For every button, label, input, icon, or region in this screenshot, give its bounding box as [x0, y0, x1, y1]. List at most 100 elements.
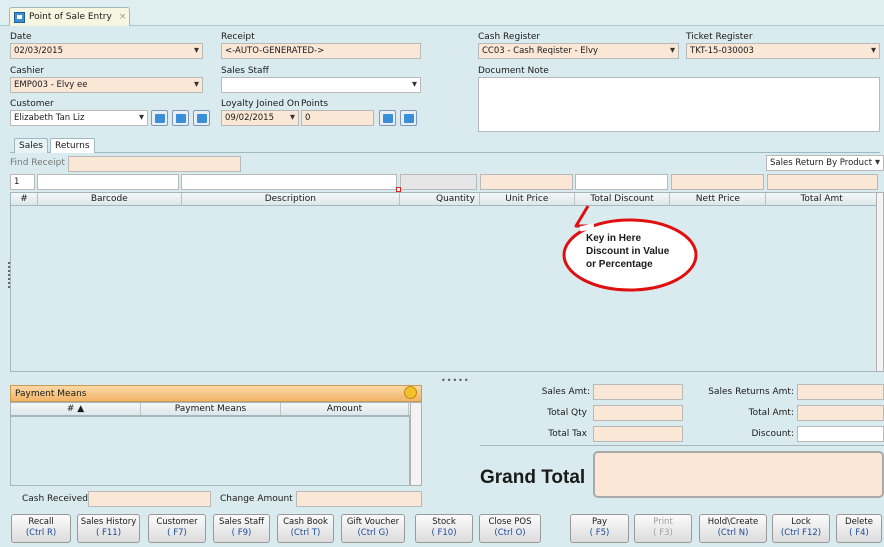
customer-label: Customer	[10, 99, 54, 109]
loyalty-lookup-icon[interactable]	[379, 110, 396, 126]
loyalty-joined-field[interactable]: 09/02/2015	[221, 110, 299, 126]
filter-total-discount[interactable]	[575, 174, 668, 190]
customer-select[interactable]: Elizabeth Tan Liz	[10, 110, 148, 126]
subtab-strip	[10, 152, 880, 153]
change-amount-field[interactable]	[296, 491, 422, 507]
discount-field[interactable]	[797, 426, 884, 442]
callout-text: Key in Here Discount in Value or Percent…	[586, 232, 669, 271]
pay-button[interactable]: Pay( F5)	[570, 514, 629, 543]
recall-button[interactable]: Recall (Ctrl R)	[11, 514, 71, 543]
callout-line-2: Discount in Value	[586, 246, 670, 257]
window-tabbar	[0, 0, 884, 26]
points-label: Points	[301, 99, 329, 109]
customer-copy-icon[interactable]	[172, 110, 189, 126]
pos-window-icon	[14, 11, 25, 23]
find-receipt-label: Find Receipt	[10, 158, 65, 168]
close-icon[interactable]: ×	[119, 12, 127, 22]
loyalty-refresh-icon[interactable]	[400, 110, 417, 126]
panel-splitter[interactable]: •••••	[441, 376, 470, 385]
loyalty-joined-label: Loyalty Joined On	[221, 99, 300, 109]
customer-search-icon[interactable]	[151, 110, 168, 126]
hold-create-button[interactable]: Hold\Create (Ctrl N)	[699, 514, 767, 543]
discount-label: Discount:	[751, 429, 794, 439]
filter-description[interactable]	[181, 174, 397, 190]
points-field[interactable]: 0	[301, 110, 374, 126]
sales-staff-button[interactable]: Sales Staff( F9)	[213, 514, 270, 543]
col-total-amt[interactable]: Total Amt	[766, 193, 877, 205]
sales-returns-amt-label: Sales Returns Amt:	[708, 387, 794, 397]
cash-register-select[interactable]: CC03 - Cash Reqister - Elvy	[478, 43, 679, 59]
document-note-label: Document Note	[478, 66, 549, 76]
lock-button[interactable]: Lock (Ctrl F12)	[772, 514, 830, 543]
date-label: Date	[10, 32, 32, 42]
total-qty-label: Total Qty	[547, 408, 587, 418]
col-number[interactable]: #	[11, 193, 38, 205]
cash-book-button[interactable]: Cash Book (Ctrl T)	[277, 514, 334, 543]
tab-point-of-sale-entry[interactable]: Point of Sale Entry ×	[9, 7, 130, 26]
sales-staff-label: Sales Staff	[221, 66, 269, 76]
tab-title: Point of Sale Entry	[29, 12, 112, 22]
tab-sales[interactable]: Sales	[14, 138, 48, 153]
cash-register-label: Cash Register	[478, 32, 541, 42]
filter-quantity[interactable]	[400, 174, 477, 190]
delete-button[interactable]: Delete( F4)	[836, 514, 882, 543]
receipt-field[interactable]: <-AUTO-GENERATED->	[221, 43, 421, 59]
undo-icon[interactable]	[404, 386, 417, 399]
cash-received-label: Cash Received	[22, 494, 89, 504]
callout-pointer	[574, 205, 594, 228]
ticket-register-select[interactable]: TKT-15-030003	[686, 43, 880, 59]
items-grid-header: # Barcode Description Quantity Unit Pric…	[10, 192, 878, 206]
grid-scrollbar[interactable]	[876, 192, 884, 372]
find-receipt-field[interactable]	[68, 156, 241, 172]
col-quantity[interactable]: Quantity	[400, 193, 480, 205]
pay-col-means[interactable]: Payment Means	[141, 403, 281, 415]
col-description[interactable]: Description	[182, 193, 401, 205]
cashier-select[interactable]: EMP003 - Elvy ee	[10, 77, 203, 93]
print-button[interactable]: Print( F3)	[634, 514, 692, 543]
items-grid-body[interactable]	[10, 206, 878, 372]
ticket-register-label: Ticket Register	[686, 32, 753, 42]
callout-join	[579, 223, 595, 232]
grand-total-display	[593, 451, 884, 498]
cashier-label: Cashier	[10, 66, 44, 76]
pay-col-amount[interactable]: Amount	[281, 403, 409, 415]
change-amount-label: Change Amount	[220, 494, 293, 504]
side-splitter[interactable]	[8, 262, 11, 288]
col-barcode[interactable]: Barcode	[38, 193, 182, 205]
payment-grid-header: # ▲ Payment Means Amount	[10, 402, 422, 416]
total-tax-field	[593, 426, 683, 442]
customer-button[interactable]: Customer( F7)	[148, 514, 206, 543]
row-number-field[interactable]: 1	[10, 174, 35, 190]
filter-nett-price[interactable]	[671, 174, 764, 190]
grand-total-label: Grand Total	[480, 467, 586, 488]
receipt-label: Receipt	[221, 32, 255, 42]
filter-unit-price[interactable]	[480, 174, 573, 190]
total-amt-field	[797, 405, 884, 421]
cash-received-field[interactable]	[88, 491, 211, 507]
tab-returns[interactable]: Returns	[50, 138, 95, 153]
sales-amt-field	[593, 384, 683, 400]
document-note-textarea[interactable]	[478, 77, 880, 132]
close-pos-button[interactable]: Close POS (Ctrl O)	[479, 514, 541, 543]
filter-total-amt[interactable]	[767, 174, 878, 190]
customer-edit-icon[interactable]	[193, 110, 210, 126]
sales-amt-label: Sales Amt:	[541, 387, 590, 397]
filter-barcode[interactable]	[37, 174, 179, 190]
total-qty-field	[593, 405, 683, 421]
total-tax-label: Total Tax	[548, 429, 587, 439]
sales-history-button[interactable]: Sales History( F11)	[77, 514, 140, 543]
pay-col-number[interactable]: # ▲	[11, 403, 141, 415]
totals-divider	[480, 445, 884, 446]
payment-title-bar: Payment Means	[10, 385, 422, 402]
stock-button[interactable]: Stock( F10)	[415, 514, 473, 543]
sales-staff-select[interactable]	[221, 77, 421, 93]
callout-line-3: or Percentage	[586, 259, 653, 270]
callout-line-1: Key in Here	[586, 233, 642, 244]
total-amt-label: Total Amt:	[748, 408, 794, 418]
payment-title: Payment Means	[15, 389, 87, 399]
return-mode-select[interactable]: Sales Return By Product	[766, 155, 884, 171]
payment-scrollbar[interactable]	[410, 402, 422, 486]
gift-voucher-button[interactable]: Gift Voucher (Ctrl G)	[341, 514, 405, 543]
payment-grid-body[interactable]	[10, 416, 410, 486]
date-field[interactable]: 02/03/2015	[10, 43, 203, 59]
